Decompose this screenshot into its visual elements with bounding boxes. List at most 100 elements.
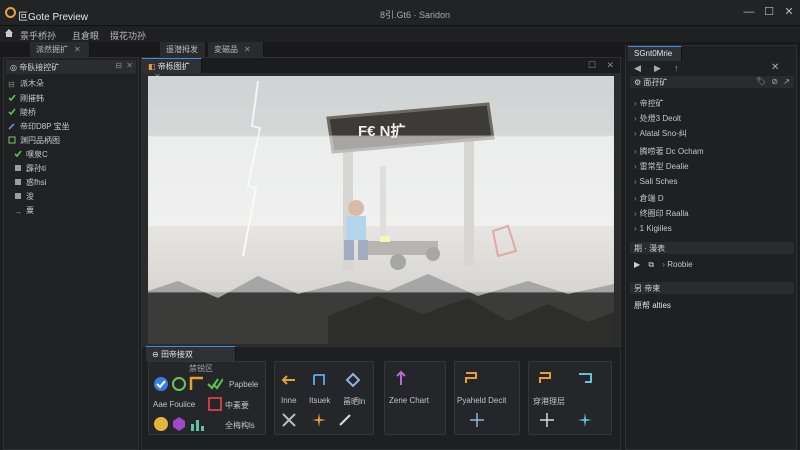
arrow-left-icon[interactable] <box>281 372 297 388</box>
maximize-button[interactable]: ☐ <box>762 5 776 19</box>
viewport-tab-strip: ◧ 帝栎图扩✕ ☐ ✕ <box>142 58 620 81</box>
close-tab-icon[interactable]: ✕ <box>74 45 81 54</box>
chevron-right-icon: › <box>634 99 637 108</box>
tab-tool-panel[interactable]: ⊖ 田帝接双 <box>146 346 236 361</box>
tree-item-label: 雷常型 Dealie <box>639 162 689 171</box>
list-item[interactable]: ⊟ 派木朵 <box>8 78 44 90</box>
filter-icon[interactable]: ⊘ <box>771 77 778 86</box>
branch-icon[interactable] <box>537 370 553 386</box>
chevron-right-icon: › <box>634 177 637 186</box>
list-item-label: 嘿泉C <box>26 150 48 159</box>
tree-item[interactable]: › 腾唠著 Dc Ocham <box>634 146 704 157</box>
tab-label: 派然掘扩 <box>36 45 68 54</box>
chevron-right-icon: › <box>634 194 637 203</box>
double-check-icon[interactable] <box>207 376 223 392</box>
chevron-right-icon: › <box>634 114 637 123</box>
tree-item[interactable]: › 雷常型 Dealie <box>634 161 689 172</box>
tree-item[interactable]: › Sali Sches <box>634 177 677 186</box>
tab-viewport[interactable]: ◧ 帝栎图扩✕ <box>142 58 202 81</box>
tree-item-label: 腾唠著 Dc Ocham <box>639 147 704 156</box>
tab-label: SGnt0Mrie <box>634 49 673 58</box>
list-item[interactable]: 刚摧韩 <box>8 93 44 105</box>
up-arrow-icon[interactable]: ↑ <box>674 63 679 73</box>
checkmark-badge-icon[interactable] <box>153 376 169 392</box>
close-tab-icon[interactable]: ✕ <box>244 45 251 54</box>
tab-doc-1[interactable]: 遥潜拇发 <box>160 42 206 57</box>
list-item-label: 霹孙ti <box>26 164 46 173</box>
expand-icon[interactable]: ↗ <box>783 77 790 86</box>
hexagon-icon[interactable] <box>171 416 187 432</box>
bracket-icon[interactable] <box>311 372 327 388</box>
tool-group-5: 穿港理层 <box>528 361 612 435</box>
list-item[interactable]: 渊円品柄图 <box>8 135 60 147</box>
tree-item[interactable]: › 倉端 D <box>634 193 664 204</box>
section-header-properties[interactable]: 另 帝柬 <box>630 282 794 294</box>
corner-icon[interactable] <box>189 376 205 392</box>
flow-icon[interactable] <box>463 370 479 386</box>
list-item[interactable]: 惑fhsi <box>14 177 46 189</box>
frame-icon[interactable] <box>207 396 223 412</box>
square-icon <box>15 193 21 199</box>
shape-icon[interactable] <box>345 372 361 388</box>
window-title: 8引.Gt6 · Saridon <box>380 10 451 20</box>
close-panel-icon[interactable]: ✕ <box>771 62 779 73</box>
tree-item[interactable]: › Alatal Sno-纠 <box>634 128 687 139</box>
chevron-right-icon: › <box>634 209 637 218</box>
tool-group-1: 禁锐区 Papbele Aae Fouiice 中素要 全梅构ls <box>148 361 266 435</box>
home-icon[interactable] <box>4 28 14 38</box>
close-panel-icon[interactable]: ✕ <box>606 60 614 71</box>
tab-left-panel[interactable]: 派然掘扩 ✕ <box>30 42 90 57</box>
forward-arrow-icon[interactable]: ▶ <box>654 63 661 74</box>
tag-icon[interactable]: 🏷 <box>756 77 766 86</box>
square-icon <box>15 179 21 185</box>
move-icon[interactable] <box>539 412 555 428</box>
pin-icon[interactable]: ⊟ <box>115 61 122 70</box>
back-arrow-icon[interactable]: ◀ <box>634 63 641 74</box>
arrow-up-icon[interactable] <box>393 370 409 386</box>
scene-render[interactable]: F€ N扩 <box>148 76 614 344</box>
list-item-label: 刚摧韩 <box>20 94 44 103</box>
shield-icon[interactable] <box>153 416 169 432</box>
list-item[interactable]: → 粟 <box>14 205 34 217</box>
tab-right-panel[interactable]: SGnt0Mrie <box>628 46 682 61</box>
tool-group-header: 禁锐区 <box>189 364 213 373</box>
redirect-icon[interactable] <box>577 370 593 386</box>
playback-label: Roobie <box>667 260 693 269</box>
sparkle-icon[interactable] <box>311 412 327 428</box>
close-icon[interactable]: ✕ <box>126 61 133 70</box>
chevron-right-icon: › <box>634 224 637 233</box>
play-icon[interactable]: ▶ <box>634 260 640 269</box>
close-button[interactable]: ✕ <box>782 5 796 19</box>
tree-item[interactable]: › 1 Kigiiles <box>634 224 672 233</box>
menu-item-1[interactable]: 景乎桥孙 <box>20 29 56 42</box>
title-bar: 叵Gote Preview 8引.Gt6 · Saridon — ☐ ✕ <box>0 0 800 26</box>
maximize-panel-icon[interactable]: ☐ <box>588 60 596 71</box>
tool-group-4: Pyaheld Decit <box>454 361 520 435</box>
section-header-timeline[interactable]: 期 · 漫表 <box>630 242 794 254</box>
menu-item-2[interactable]: 且倉眼 <box>72 29 99 42</box>
menu-item-3[interactable]: 掇花功孙 <box>110 29 146 42</box>
list-item[interactable]: 帝印D8P 宝坐 <box>8 121 70 133</box>
frame-icon[interactable]: ⧉ <box>648 260 654 269</box>
list-item[interactable]: 陵桥 <box>8 107 36 119</box>
chart-bars-icon[interactable] <box>189 416 205 432</box>
tab-label: 変磁品 <box>214 45 238 54</box>
app-title: 叵Gote Preview <box>18 12 89 23</box>
pen-icon <box>8 123 15 130</box>
crosshair-icon[interactable] <box>469 412 485 428</box>
tool-label: 中素要 <box>225 401 249 410</box>
list-item[interactable]: 嘿泉C <box>14 149 48 161</box>
scissors-icon[interactable] <box>281 412 297 428</box>
list-item[interactable]: 浚 <box>14 191 34 203</box>
list-item[interactable]: 霹孙ti <box>14 163 46 175</box>
minimize-button[interactable]: — <box>742 5 756 19</box>
tool-label: 全梅构ls <box>225 421 255 430</box>
pen-tool-icon[interactable] <box>337 412 353 428</box>
check-icon <box>8 108 16 116</box>
tree-item[interactable]: › 终圈印 Raalla <box>634 208 689 219</box>
tree-item[interactable]: › 处燈3 Deolt <box>634 113 681 124</box>
tree-item[interactable]: › 帝控矿 <box>634 98 664 109</box>
refresh-icon[interactable] <box>171 376 187 392</box>
tab-doc-2[interactable]: 変磁品 ✕ <box>208 42 264 57</box>
star-icon[interactable] <box>577 412 593 428</box>
